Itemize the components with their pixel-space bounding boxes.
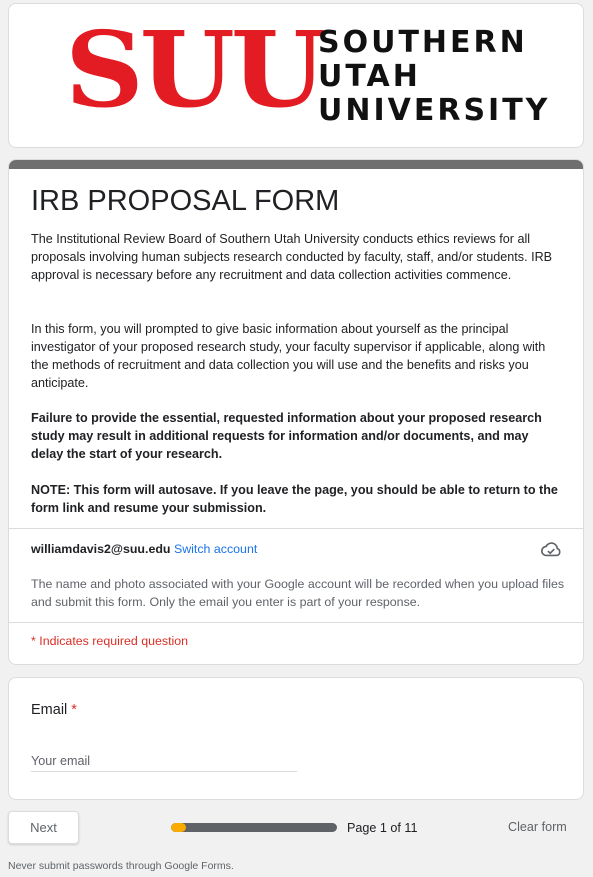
form-accent-bar bbox=[9, 160, 583, 169]
account-notice: The name and photo associated with your … bbox=[31, 577, 565, 609]
header-banner: SUU SOUTHERN UTAH UNIVERSITY bbox=[8, 3, 584, 148]
progress-bar-fill bbox=[171, 823, 186, 832]
question-label: Email bbox=[31, 702, 68, 718]
required-question-note: * Indicates required question bbox=[31, 634, 189, 648]
next-button[interactable]: Next bbox=[8, 811, 79, 844]
progress-bar bbox=[171, 823, 337, 832]
account-info: williamdavis2@suu.edu Switch account bbox=[31, 541, 257, 557]
logo-line-3: UNIVERSITY bbox=[318, 93, 551, 128]
email-input[interactable] bbox=[31, 750, 297, 772]
page-indicator: Page 1 of 11 bbox=[347, 821, 418, 835]
divider bbox=[9, 528, 583, 529]
account-email: williamdavis2@suu.edu bbox=[31, 542, 171, 556]
question-title: Email * bbox=[31, 701, 77, 719]
suu-logo-mark: SUU bbox=[65, 8, 326, 131]
switch-account-link[interactable]: Switch account bbox=[174, 542, 257, 556]
form-title: IRB PROPOSAL FORM bbox=[31, 185, 340, 217]
password-warning: Never submit passwords through Google Fo… bbox=[8, 860, 234, 872]
clear-form-button[interactable]: Clear form bbox=[508, 819, 567, 835]
divider bbox=[9, 622, 583, 623]
form-header-card: IRB PROPOSAL FORM The Institutional Revi… bbox=[8, 159, 584, 665]
cloud-saved-icon bbox=[541, 542, 561, 557]
logo-line-1: SOUTHERN bbox=[318, 25, 528, 60]
suu-logo-wordmark: SOUTHERN UTAH UNIVERSITY bbox=[318, 26, 550, 128]
form-description-warning: Failure to provide the essential, reques… bbox=[31, 411, 542, 461]
form-description-instructions: In this form, you will prompted to give … bbox=[31, 322, 546, 390]
logo-line-2: UTAH bbox=[318, 59, 421, 94]
form-description-intro: The Institutional Review Board of Southe… bbox=[31, 232, 553, 282]
required-asterisk: * bbox=[71, 702, 77, 718]
form-description-autosave-note: NOTE: This form will autosave. If you le… bbox=[31, 483, 558, 515]
email-question-card: Email * bbox=[8, 677, 584, 800]
